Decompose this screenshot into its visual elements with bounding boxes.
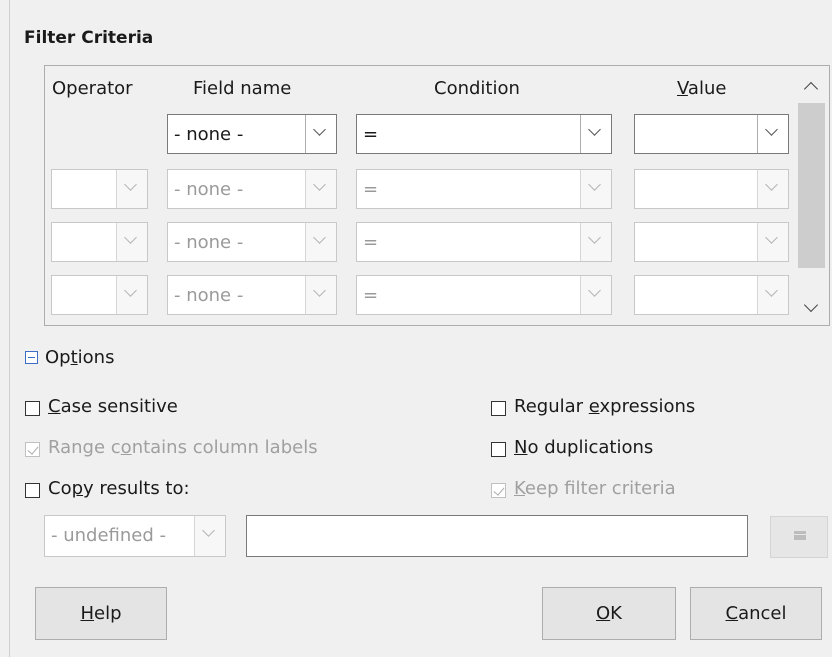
chevron-down-icon[interactable] <box>580 115 611 153</box>
condition-column-header: Condition <box>434 78 520 99</box>
ok-button[interactable]: OK <box>542 587 676 640</box>
scroll-up-icon[interactable] <box>803 81 819 97</box>
value-combo-row4[interactable] <box>634 275 789 315</box>
chevron-down-icon <box>580 170 611 208</box>
operator-select-row4[interactable] <box>51 275 148 315</box>
options-label: Options <box>45 347 115 368</box>
chevron-down-icon <box>305 223 336 261</box>
chevron-down-icon[interactable] <box>305 115 336 153</box>
operator-select-row3[interactable] <box>51 222 148 262</box>
checkbox-box[interactable] <box>25 401 40 416</box>
checkbox-box <box>25 442 40 457</box>
scrollbar-thumb[interactable] <box>798 103 825 268</box>
condition-select-row1[interactable]: = <box>356 114 612 154</box>
checkmark-icon <box>492 483 505 496</box>
chevron-down-icon <box>116 276 147 314</box>
chevron-down-icon <box>580 276 611 314</box>
condition-select-row2[interactable]: = <box>356 169 612 209</box>
criteria-scrollbar[interactable] <box>796 68 828 324</box>
chevron-down-icon <box>757 170 788 208</box>
help-button[interactable]: Help <box>35 587 167 640</box>
value-combo-row2[interactable] <box>634 169 789 209</box>
checkbox-box <box>491 483 506 498</box>
condition-select-row3[interactable]: = <box>356 222 612 262</box>
field-name-select-row3[interactable]: - none - <box>167 222 337 262</box>
filter-criteria-heading: Filter Criteria <box>24 28 154 48</box>
value-column-header: Value <box>677 78 727 99</box>
field-name-select-row4[interactable]: - none - <box>167 275 337 315</box>
field-name-select-row1[interactable]: - none - <box>167 114 337 154</box>
chevron-down-icon <box>116 223 147 261</box>
field-name-select-row2[interactable]: - none - <box>167 169 337 209</box>
value-combo-row3[interactable] <box>634 222 789 262</box>
field-name-column-header: Field name <box>193 78 292 99</box>
chevron-down-icon[interactable] <box>757 115 788 153</box>
copy-target-select[interactable]: - undefined - <box>44 515 226 557</box>
chevron-down-icon <box>194 516 225 556</box>
value-combo-row1[interactable] <box>634 114 789 154</box>
cancel-button[interactable]: Cancel <box>690 587 822 640</box>
shrink-icon <box>794 531 806 540</box>
operator-select-row2[interactable] <box>51 169 148 209</box>
checkbox-box[interactable] <box>25 483 40 498</box>
condition-select-row4[interactable]: = <box>356 275 612 315</box>
collapse-icon[interactable] <box>25 351 38 364</box>
operator-column-header: Operator <box>52 78 133 99</box>
shrink-button[interactable] <box>770 516 828 558</box>
copy-target-input[interactable] <box>246 515 748 557</box>
chevron-down-icon <box>305 170 336 208</box>
chevron-down-icon <box>757 223 788 261</box>
checkbox-box[interactable] <box>491 442 506 457</box>
chevron-down-icon <box>580 223 611 261</box>
checkbox-box[interactable] <box>491 401 506 416</box>
chevron-down-icon <box>116 170 147 208</box>
dialog-left-border <box>9 0 10 657</box>
chevron-down-icon <box>757 276 788 314</box>
checkmark-icon <box>26 442 39 455</box>
scroll-down-icon[interactable] <box>803 297 819 313</box>
chevron-down-icon <box>305 276 336 314</box>
